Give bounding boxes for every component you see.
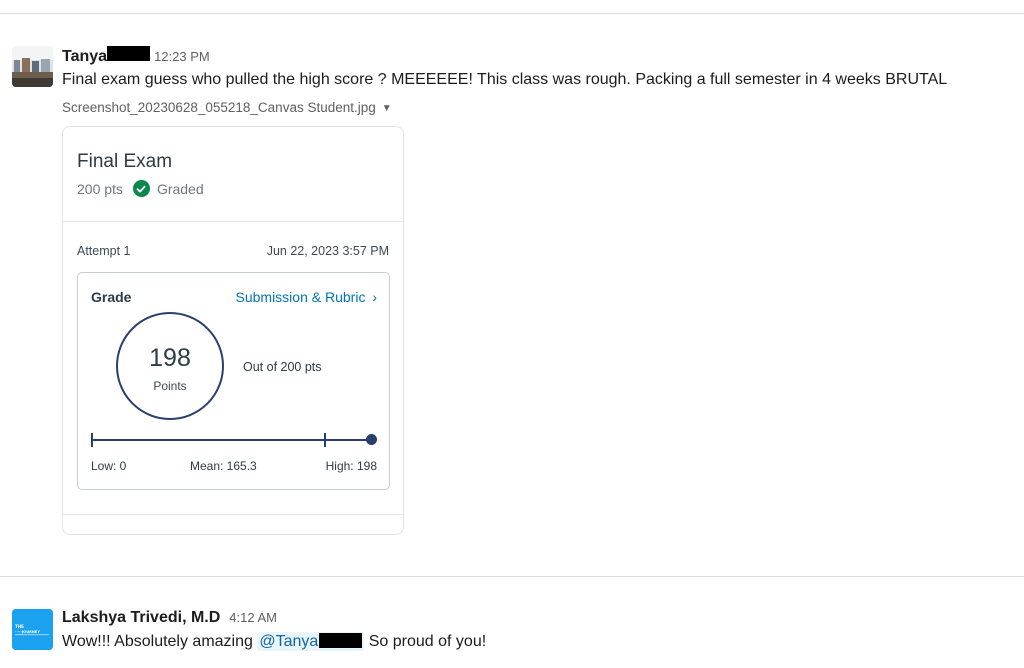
redaction-bar (319, 633, 363, 648)
redaction-bar (107, 46, 151, 61)
points-label: 200 pts (77, 180, 123, 197)
message-header: Tanya 12:23 PM (62, 46, 210, 66)
author-name[interactable]: Tanya (62, 48, 107, 66)
svg-text:THE: THE (15, 624, 24, 629)
user-mention[interactable]: @Tanya (257, 632, 365, 651)
low-stat: Low: 0 (91, 459, 127, 473)
file-name-label: Screenshot_20230628_055218_Canvas Studen… (62, 100, 376, 115)
submission-rubric-link[interactable]: Submission & Rubric › (236, 289, 378, 305)
attempt-date: Jun 22, 2023 3:57 PM (266, 244, 389, 258)
score-marker (366, 434, 378, 445)
message: Tanya 12:23 PM Final exam guess who pull… (0, 46, 1024, 546)
timestamp[interactable]: 4:12 AM (229, 610, 277, 625)
divider (63, 221, 403, 222)
grade-label: Grade (91, 289, 132, 305)
score-range-track (92, 439, 374, 441)
message-text: Final exam guess who pulled the high sco… (62, 71, 948, 88)
grade-panel: Grade Submission & Rubric › 198 Points O… (77, 272, 390, 490)
timestamp[interactable]: 12:23 PM (154, 49, 210, 64)
message: THE ·····JOURNEY Lakshya Trivedi, M.D 4:… (0, 609, 1024, 659)
divider (63, 514, 403, 515)
high-stat: High: 198 (325, 459, 377, 473)
low-marker (91, 433, 93, 447)
mention-label: @Tanya (259, 633, 319, 650)
score-value: 198 (149, 344, 191, 372)
check-circle-icon (132, 180, 150, 197)
avatar[interactable]: THE ·····JOURNEY (12, 609, 53, 650)
message-text-after: So proud of you! (364, 633, 487, 650)
message-text: Wow!!! Absolutely amazing @Tanya So prou… (62, 632, 487, 651)
svg-text:·····JOURNEY: ·····JOURNEY (15, 630, 40, 634)
author-name[interactable]: Lakshya Trivedi, M.D (62, 609, 220, 627)
caret-down-icon[interactable]: ▼ (382, 103, 392, 114)
assignment-meta: 200 pts Graded (77, 180, 204, 197)
mean-stat: Mean: 165.3 (190, 459, 257, 473)
mean-marker (324, 433, 327, 447)
avatar[interactable] (12, 46, 53, 87)
status-label: Graded (156, 180, 204, 197)
message-header: Lakshya Trivedi, M.D 4:12 AM (62, 609, 277, 627)
message-text-before: Wow!!! Absolutely amazing (62, 633, 258, 650)
rubric-link-label: Submission & Rubric (235, 289, 366, 305)
attempt-label: Attempt 1 (77, 244, 131, 258)
score-ring: 198 Points (116, 312, 224, 420)
top-divider (0, 13, 1024, 14)
message-divider (0, 576, 1024, 577)
out-of-label: Out of 200 pts (243, 360, 322, 374)
attachment-image[interactable]: Final Exam 200 pts Graded Attempt 1 Jun … (62, 126, 404, 535)
assignment-title: Final Exam (77, 151, 173, 172)
chevron-right-icon: › (372, 289, 377, 305)
attachment-file-name[interactable]: Screenshot_20230628_055218_Canvas Studen… (62, 100, 392, 115)
score-unit: Points (153, 379, 187, 393)
